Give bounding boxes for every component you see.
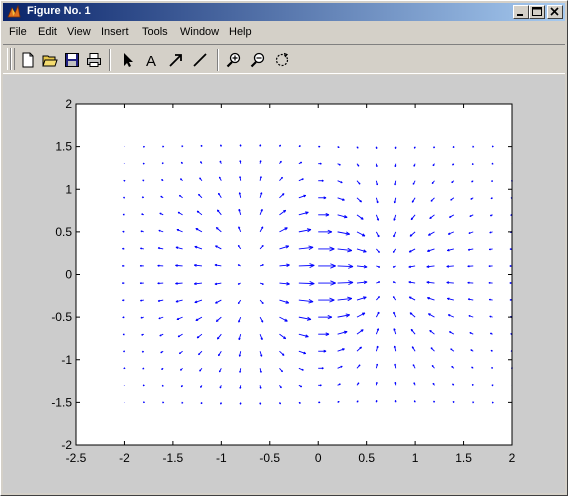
quiver-arrow-head	[318, 401, 321, 404]
x-tick-label: 0	[315, 451, 322, 465]
quiver-arrow-head	[452, 383, 455, 385]
quiver-arrow-head	[377, 251, 380, 253]
quiver-arrow-head	[452, 401, 455, 403]
x-tick-label: -0.5	[259, 451, 280, 465]
quiver-arrow-head	[451, 365, 454, 368]
quiver-arrow-head	[472, 401, 475, 403]
quiver-arrow-head	[157, 264, 160, 267]
quiver-arrow-head	[318, 146, 321, 148]
x-tick-label: 1	[412, 451, 419, 465]
y-tick-label: 1.5	[55, 140, 72, 154]
quiver-arrow-head	[491, 145, 494, 148]
y-tick-label: -0.5	[51, 310, 72, 324]
quiver-arrow-head	[488, 281, 491, 284]
quiver-arrow-head	[509, 265, 512, 267]
quiver-arrow-head	[319, 384, 322, 387]
quiver-arrow-head	[198, 353, 200, 355]
quiver-arrow-head	[431, 364, 434, 367]
quiver-arrow-shaft	[298, 282, 315, 285]
quiver-arrow-head	[509, 281, 512, 284]
quiver-arrow-head	[451, 181, 453, 183]
axes-area[interactable]	[76, 104, 512, 445]
quiver-arrow-head	[199, 177, 202, 179]
x-tick-label: 1.5	[455, 451, 472, 465]
y-tick-label: 0	[65, 268, 72, 282]
quiver-arrow-head	[471, 163, 474, 165]
quiver-arrow-head	[488, 265, 491, 267]
quiver-arrow-head	[198, 193, 201, 196]
x-tick-label: 0.5	[358, 451, 375, 465]
quiver-arrow-head	[430, 347, 433, 349]
quiver-arrow-head	[360, 218, 364, 220]
figure-canvas: -2.5 -2 -1.5 -1 -0.5 0 0.5 1 1.5 2 -2-1.5-1-0.500…	[3, 75, 565, 493]
quiver-arrow-head	[472, 145, 474, 148]
quiver-arrow-head	[216, 336, 219, 340]
quiver-arrow-head	[429, 329, 432, 332]
x-tick-label: -1.5	[163, 451, 184, 465]
x-tick-label: -2.5	[66, 451, 87, 465]
y-tick-label: 0.5	[55, 225, 72, 239]
quiver-arrow-head	[180, 368, 182, 371]
quiver-arrow-head	[162, 401, 164, 404]
quiver-arrow-head	[122, 282, 124, 284]
quiver-arrow-shaft	[298, 264, 315, 267]
quiver-arrow-shaft	[337, 265, 354, 268]
quiver-arrow-head	[467, 281, 470, 284]
x-tick-label: -1	[216, 451, 227, 465]
quiver-arrow-head	[280, 370, 283, 373]
y-tick-label: -2	[61, 438, 72, 452]
quiver-arrow-head	[319, 163, 322, 165]
quiver-arrow-head	[139, 282, 142, 284]
y-tick-label: -1.5	[51, 395, 72, 409]
x-tick-label: 2	[509, 451, 516, 465]
quiver-arrow-head	[180, 178, 182, 180]
quiver-arrow-head	[197, 210, 200, 213]
quiver-arrow-head	[430, 199, 433, 202]
quiver-arrow-head	[321, 367, 324, 370]
quiver-arrow-head	[181, 161, 183, 164]
y-tick-label: 2	[65, 97, 72, 111]
quiver-arrow-head	[181, 145, 184, 147]
quiver-arrow-head	[321, 180, 324, 182]
quiver-arrow-head	[143, 401, 145, 403]
quiver-arrow-head	[358, 183, 361, 185]
quiver-arrow-shaft	[337, 281, 354, 284]
y-tick-label: -1	[61, 353, 72, 367]
quiver-arrow-head	[161, 384, 164, 387]
quiver-arrow-head	[283, 337, 286, 340]
quiver-arrow-head	[261, 302, 264, 305]
quiver-arrow-head	[139, 264, 142, 267]
figure-window: Figure No. 1 File Edit View Insert Tools…	[0, 0, 568, 496]
y-tick-label: 1	[65, 182, 72, 196]
x-tick-label: -2	[119, 451, 130, 465]
quiver-arrow-head	[122, 264, 124, 267]
quiver-arrow-head	[162, 145, 165, 148]
quiver-arrow-head	[410, 217, 413, 220]
